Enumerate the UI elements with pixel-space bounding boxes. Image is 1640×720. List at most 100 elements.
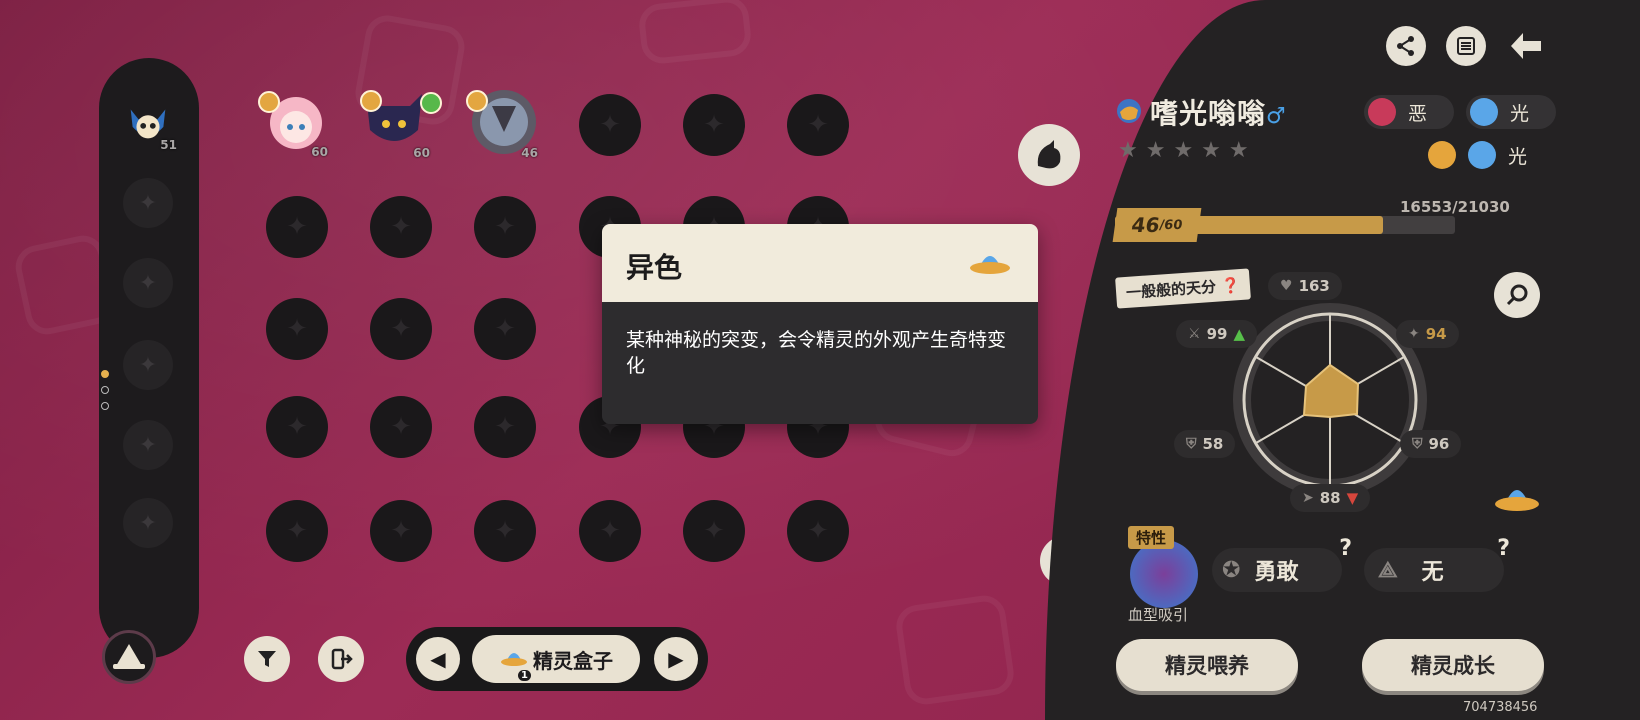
team-avatar-button[interactable] bbox=[102, 630, 156, 684]
team-slot-empty[interactable]: ✦ bbox=[123, 420, 173, 470]
trait-icon bbox=[1130, 540, 1198, 608]
trait-name: 血型吸引 bbox=[1128, 606, 1189, 624]
empty-slot[interactable]: ✦ bbox=[474, 196, 536, 258]
empty-slot[interactable]: ✦ bbox=[266, 396, 328, 458]
empty-slot[interactable]: ✦ bbox=[683, 94, 745, 156]
shiny-ufo-icon[interactable] bbox=[1492, 476, 1542, 520]
empty-slot[interactable]: ✦ bbox=[370, 196, 432, 258]
favorite-badge-icon bbox=[360, 90, 382, 112]
empty-slot[interactable]: ✦ bbox=[370, 298, 432, 360]
empty-slot[interactable]: ✦ bbox=[474, 396, 536, 458]
empty-slot[interactable]: ✦ bbox=[787, 500, 849, 562]
pet-level: 60 bbox=[311, 145, 328, 159]
prev-box-button[interactable]: ◀ bbox=[416, 637, 460, 681]
stat-speed: ➤ 88 ▼ bbox=[1290, 484, 1371, 512]
sort-button[interactable] bbox=[318, 636, 364, 682]
team-slot-empty[interactable]: ✦ bbox=[123, 258, 173, 308]
light-attribute-icon bbox=[1468, 141, 1496, 169]
storage-box-selector[interactable]: 精灵盒子 1 bbox=[472, 635, 640, 683]
witch-hat-icon bbox=[113, 644, 145, 669]
stat-value: 94 bbox=[1425, 325, 1447, 343]
pet-level: 60 bbox=[413, 146, 430, 160]
pet-card[interactable]: 60 bbox=[256, 85, 328, 159]
inspect-button[interactable] bbox=[1494, 272, 1540, 318]
empty-slot[interactable]: ✦ bbox=[474, 500, 536, 562]
attribute-label: 光 bbox=[1508, 145, 1528, 168]
talent-text: 一般般的天分 bbox=[1125, 277, 1217, 302]
triangle-badge-icon: ⟁ bbox=[1378, 557, 1398, 583]
attribute-label: 恶 bbox=[1408, 102, 1428, 125]
pet-name: 嗜光嗡嗡♂ bbox=[1150, 92, 1287, 132]
trait-block[interactable]: 特性 bbox=[1122, 526, 1198, 608]
decrease-arrow-icon: ▼ bbox=[1346, 489, 1359, 507]
list-button[interactable] bbox=[1446, 26, 1486, 66]
wand-icon: ✦ bbox=[1408, 326, 1420, 342]
shield-icon: ⛨ bbox=[1186, 436, 1197, 452]
pet-type-button[interactable] bbox=[1018, 124, 1080, 186]
magic-shield-icon: ⛨ bbox=[1412, 436, 1423, 452]
empty-slot[interactable]: ✦ bbox=[474, 298, 536, 360]
game-screen: 51 ✦ ✦ ✦ ✦ ✦ 60 60 46 ✦ ✦ ✦ ✦ ✦ ✦ ✦ ✦ ✦ … bbox=[0, 0, 1640, 720]
attribute-pill[interactable]: 恶 bbox=[1364, 95, 1454, 129]
popup-description: 某种神秘的突变，会令精灵的外观产生奇特变化 bbox=[626, 329, 1007, 377]
stat-defense: ⛨ 58 bbox=[1174, 430, 1236, 458]
attribute-pill[interactable]: 光 bbox=[1424, 138, 1544, 172]
bg-decoration bbox=[637, 0, 753, 66]
star-badge-icon: ✪ bbox=[1222, 557, 1241, 583]
bag-icon bbox=[1428, 141, 1456, 169]
dark-attribute-icon bbox=[1368, 98, 1396, 126]
element-orb-icon bbox=[1117, 99, 1141, 123]
team-slot-empty[interactable]: ✦ bbox=[123, 498, 173, 548]
team-column: 51 ✦ ✦ ✦ ✦ ✦ bbox=[99, 58, 199, 658]
empty-slot[interactable]: ✦ bbox=[579, 94, 641, 156]
empty-slot[interactable]: ✦ bbox=[370, 396, 432, 458]
attribute-pill[interactable]: 光 bbox=[1466, 95, 1556, 129]
user-id: 704738456 bbox=[1463, 700, 1538, 715]
stat-value: 163 bbox=[1298, 277, 1330, 295]
empty-slot[interactable]: ✦ bbox=[683, 500, 745, 562]
pet-card[interactable]: 60 bbox=[358, 80, 442, 160]
pet-card[interactable]: 46 bbox=[466, 80, 538, 160]
team-slot-empty[interactable]: ✦ bbox=[123, 340, 173, 390]
empty-slot[interactable]: ✦ bbox=[579, 500, 641, 562]
page-indicator bbox=[101, 386, 109, 394]
popup-title: 异色 bbox=[626, 251, 683, 284]
share-button[interactable] bbox=[1386, 26, 1426, 66]
page-indicator bbox=[101, 402, 109, 410]
secondary-nature-pill[interactable]: ⟁ 无 ? bbox=[1364, 536, 1510, 592]
level-badge: 46/60 bbox=[1112, 208, 1202, 242]
stat-value: 96 bbox=[1428, 435, 1450, 453]
boot-icon: ➤ bbox=[1302, 490, 1314, 506]
empty-slot[interactable]: ✦ bbox=[266, 196, 328, 258]
empty-slot[interactable]: ✦ bbox=[787, 94, 849, 156]
popup-header: 异色 bbox=[602, 224, 1038, 302]
bg-decoration bbox=[893, 592, 1017, 708]
storage-box-label: 精灵盒子 bbox=[533, 648, 613, 673]
pet-level: 46 bbox=[521, 146, 538, 160]
stat-attack: ⚔ 99 ▲ bbox=[1176, 320, 1257, 348]
stat-hp: ♥ 163 bbox=[1268, 272, 1342, 300]
stat-value: 88 bbox=[1319, 489, 1341, 507]
empty-slot[interactable]: ✦ bbox=[266, 298, 328, 360]
team-slot-pet[interactable]: 51 bbox=[123, 98, 177, 152]
list-icon bbox=[1457, 37, 1475, 55]
level-max: /60 bbox=[1158, 217, 1184, 233]
feed-button[interactable]: 精灵喂养 bbox=[1116, 639, 1298, 691]
back-button[interactable] bbox=[1506, 26, 1546, 66]
share-icon bbox=[1397, 36, 1414, 56]
empty-slot[interactable]: ✦ bbox=[370, 500, 432, 562]
filter-button[interactable] bbox=[244, 636, 290, 682]
empty-slot[interactable]: ✦ bbox=[266, 500, 328, 562]
grow-button[interactable]: 精灵成长 bbox=[1362, 639, 1544, 691]
nature-pill[interactable]: ✪ 勇敢 ? bbox=[1212, 536, 1352, 592]
storage-switcher: ◀ 精灵盒子 1 ▶ bbox=[406, 627, 708, 691]
spirit-silhouette-icon bbox=[1037, 140, 1061, 169]
stat-value: 58 bbox=[1202, 435, 1224, 453]
next-box-button[interactable]: ▶ bbox=[654, 637, 698, 681]
level-value: 46 bbox=[1129, 213, 1162, 237]
team-slot-empty[interactable]: ✦ bbox=[123, 178, 173, 228]
nature-label: 勇敢 bbox=[1254, 560, 1299, 585]
back-arrow-icon bbox=[1511, 33, 1541, 59]
heart-icon: ♥ bbox=[1280, 278, 1293, 294]
pet-name-text: 嗜光嗡嗡 bbox=[1150, 97, 1267, 130]
